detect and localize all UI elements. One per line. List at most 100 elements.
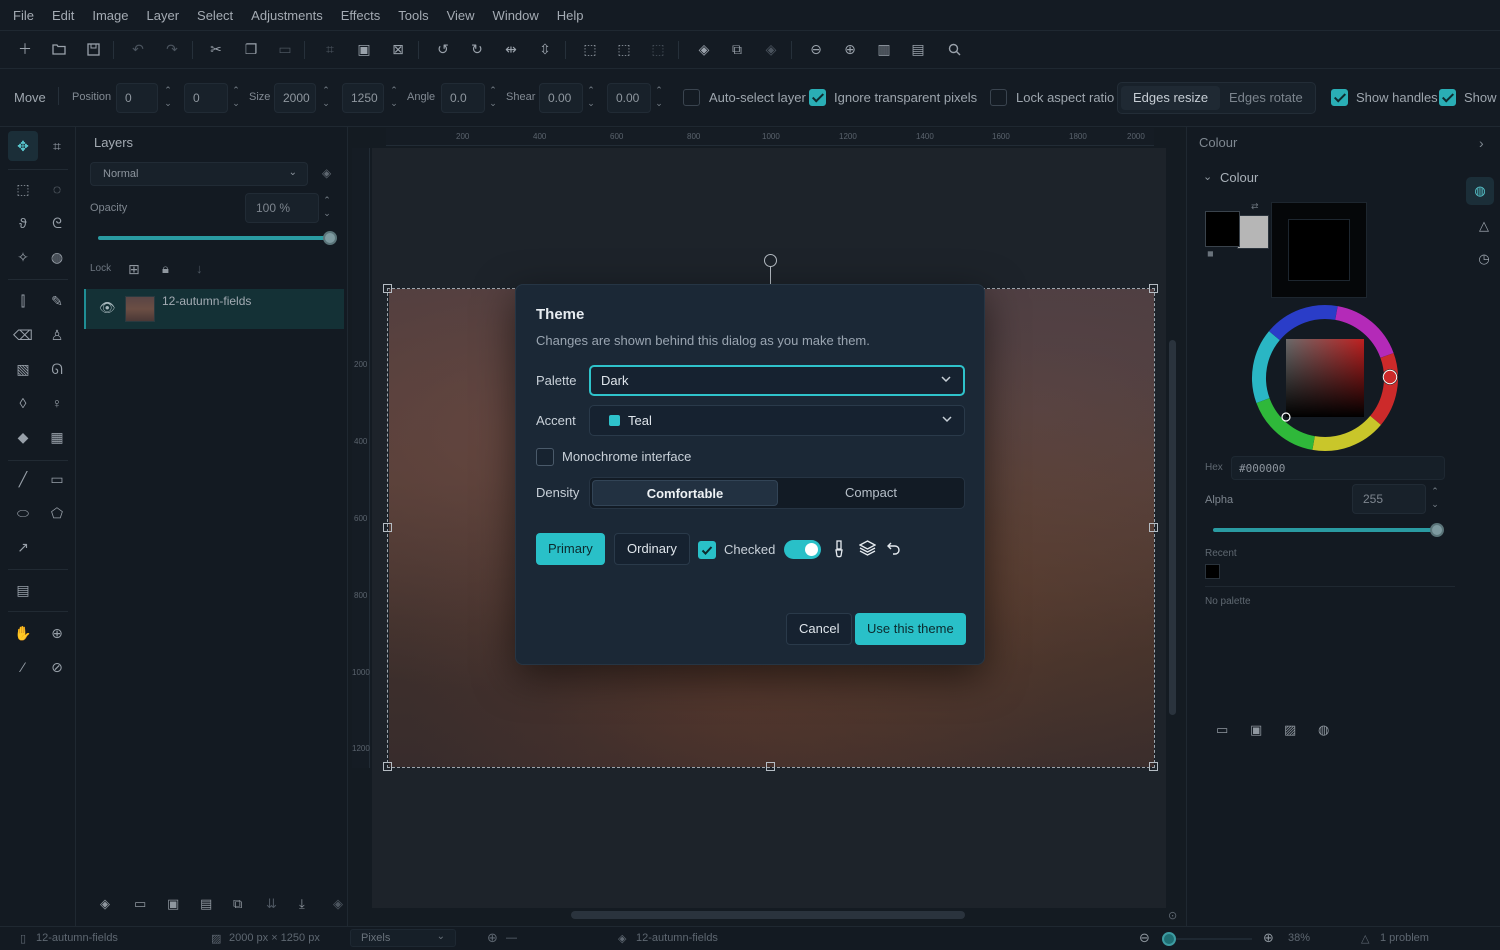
cut-icon[interactable]: ✂ <box>206 39 226 59</box>
chevron-down-icon[interactable]: ⌄ <box>1203 170 1212 183</box>
save-icon[interactable] <box>83 39 103 59</box>
menu-select[interactable]: Select <box>188 0 242 31</box>
zoom-out-icon[interactable]: ⊖ <box>806 39 826 59</box>
undo-icon[interactable]: ↶ <box>128 39 148 59</box>
layer-mask-icon[interactable]: ▣ <box>167 896 179 912</box>
background-colour-swatch[interactable] <box>1237 215 1269 249</box>
lock-position-icon[interactable]: ↓ <box>196 261 203 276</box>
delete-layer-icon[interactable]: ◈ <box>333 896 343 912</box>
menu-adjustments[interactable]: Adjustments <box>242 0 332 31</box>
flatten-icon[interactable]: ⤓ <box>299 896 305 912</box>
new-file-icon[interactable]: ＋ <box>15 39 35 59</box>
alpha-spinner[interactable]: ⌃ ⌄ <box>1430 485 1440 513</box>
clone-stamp-icon[interactable]: ♙ <box>42 320 72 350</box>
polygon-tool-icon[interactable]: ⬠ <box>42 498 72 528</box>
hand-tool-icon[interactable]: ✋ <box>8 618 38 648</box>
layer-row[interactable]: 👁︎ 12-autumn-fields <box>84 289 344 329</box>
menu-file[interactable]: File <box>4 0 43 31</box>
transform-handle[interactable] <box>1149 523 1158 532</box>
preview-ordinary-button[interactable]: Ordinary <box>614 533 690 565</box>
size-width-spinner[interactable]: ⌃ ⌄ <box>321 84 331 112</box>
menu-edit[interactable]: Edit <box>43 0 83 31</box>
open-folder-icon[interactable] <box>49 39 69 59</box>
zoom-tool-icon[interactable]: ⊕ <box>42 618 72 648</box>
menu-view[interactable]: View <box>438 0 484 31</box>
cancel-button[interactable]: Cancel <box>786 613 853 645</box>
position-y-input[interactable]: 0 <box>184 83 228 113</box>
gradient-tool-icon[interactable]: ▦ <box>42 422 72 452</box>
rotate-left-icon[interactable]: ↺ <box>433 39 453 59</box>
size-height-spinner[interactable]: ⌃ ⌄ <box>389 84 399 112</box>
history-icon[interactable]: ◷ <box>1470 245 1498 273</box>
foreground-colour-swatch[interactable] <box>1205 211 1240 247</box>
show-extra-checkbox[interactable] <box>1439 89 1456 106</box>
show-handles-checkbox[interactable] <box>1331 89 1348 106</box>
zoom-in-icon[interactable]: ⊕ <box>1263 930 1274 946</box>
menu-window[interactable]: Window <box>484 0 548 31</box>
preview-checked-checkbox[interactable] <box>698 541 716 559</box>
units-select[interactable]: Pixels ⌄ <box>350 929 456 947</box>
smudge-tool-icon[interactable]: ᘏ <box>42 354 72 384</box>
save-palette-icon[interactable]: ▣ <box>1250 722 1262 738</box>
position-y-spinner[interactable]: ⌃ ⌄ <box>231 84 241 112</box>
magic-wand-icon[interactable]: ✧ <box>8 242 38 272</box>
alpha-slider[interactable] <box>1213 523 1444 537</box>
crop-tool-icon[interactable]: ⌗ <box>42 131 72 161</box>
use-theme-button[interactable]: Use this theme <box>855 613 966 645</box>
menu-effects[interactable]: Effects <box>332 0 390 31</box>
position-x-spinner[interactable]: ⌃ ⌄ <box>163 84 173 112</box>
preview-toggle-switch[interactable] <box>784 540 821 559</box>
edges-resize-option[interactable]: Edges resize <box>1121 86 1221 110</box>
menu-help[interactable]: Help <box>548 0 593 31</box>
text-tool-icon[interactable]: ▤ <box>8 575 38 605</box>
invert-selection-icon[interactable]: ⬚ <box>648 39 668 59</box>
zoom-in-icon[interactable]: ⊕ <box>840 39 860 59</box>
new-layer-icon[interactable]: ◈ <box>100 896 110 912</box>
transform-handle[interactable] <box>383 523 392 532</box>
zoom-out-icon[interactable]: ⊖ <box>1139 930 1150 946</box>
layer-properties-icon[interactable]: ◈ <box>322 166 331 180</box>
lock-aspect-checkbox[interactable] <box>990 89 1007 106</box>
layer-effects-icon[interactable]: ▤ <box>200 896 212 912</box>
menu-image[interactable]: Image <box>83 0 137 31</box>
palette-select[interactable]: Dark <box>589 365 965 396</box>
actual-size-icon[interactable]: ▥ <box>874 39 894 59</box>
density-comfortable-option[interactable]: Comfortable <box>592 480 778 506</box>
transform-handle[interactable] <box>1149 762 1158 771</box>
opacity-slider[interactable] <box>98 231 337 245</box>
menu-layer[interactable]: Layer <box>138 0 189 31</box>
ignore-transparent-checkbox[interactable] <box>809 89 826 106</box>
swap-colours-icon[interactable]: ⇄ <box>1251 201 1259 212</box>
navigator-icon[interactable]: ⊙ <box>1168 909 1177 922</box>
horizontal-scrollbar[interactable] <box>571 911 965 919</box>
flip-horizontal-icon[interactable]: ⇹ <box>501 39 521 59</box>
palette-options-icon[interactable]: ◍ <box>1318 722 1329 738</box>
shear-x-input[interactable]: 0.00 <box>539 83 583 113</box>
flip-vertical-icon[interactable]: ⇳ <box>535 39 555 59</box>
search-icon[interactable] <box>944 39 964 59</box>
merge-layer-icon[interactable]: ◈ <box>761 39 781 59</box>
rectangle-tool-icon[interactable]: ▭ <box>42 464 72 494</box>
size-height-input[interactable]: 1250 <box>342 83 384 113</box>
open-palette-icon[interactable]: ▭ <box>1216 722 1228 738</box>
zoom-slider-handle[interactable] <box>1162 932 1176 946</box>
polygon-lasso-icon[interactable]: ᘓ <box>42 208 72 238</box>
shear-y-spinner[interactable]: ⌃ ⌄ <box>654 84 664 112</box>
transform-handle[interactable] <box>383 762 392 771</box>
dodge-tool-icon[interactable]: ♀ <box>42 388 72 418</box>
ellipse-tool-icon[interactable]: ⬭ <box>8 498 38 528</box>
fit-window-icon[interactable]: ▤ <box>908 39 928 59</box>
alpha-input[interactable]: 255 <box>1352 484 1426 514</box>
reset-colours-icon[interactable]: ◼ <box>1207 249 1214 258</box>
angle-input[interactable]: 0.0 <box>441 83 485 113</box>
select-all-icon[interactable]: ⬚ <box>580 39 600 59</box>
colour-wheel[interactable] <box>1250 303 1400 453</box>
duplicate-layer-icon[interactable]: ⧉ <box>727 39 747 59</box>
angle-spinner[interactable]: ⌃ ⌄ <box>488 84 498 112</box>
opacity-spinner[interactable]: ⌃ ⌄ <box>322 194 332 222</box>
crop-icon[interactable]: ⌗ <box>320 39 340 59</box>
line-tool-icon[interactable]: ╱ <box>8 464 38 494</box>
image-palette-icon[interactable]: ▨ <box>1284 722 1296 738</box>
swatch-grid[interactable] <box>1271 202 1367 298</box>
visibility-eye-icon[interactable]: 👁︎ <box>99 300 116 316</box>
